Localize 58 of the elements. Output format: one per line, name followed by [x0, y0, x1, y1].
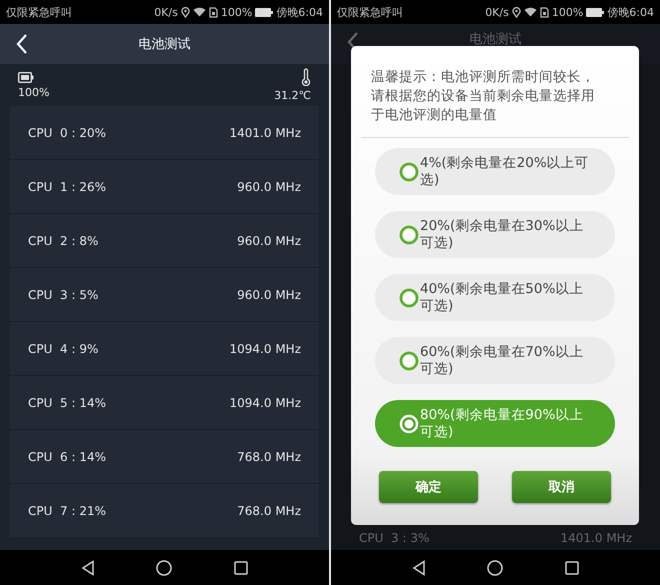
cpu-usage: CPU 3 : 3%: [359, 531, 430, 545]
wifi-icon: [192, 7, 206, 17]
back-icon[interactable]: [412, 560, 426, 576]
battery-percent: 100%: [220, 6, 252, 18]
location-icon: [180, 6, 190, 18]
cpu-frequency: 960.0 MHz: [237, 180, 301, 194]
recents-icon[interactable]: [234, 560, 248, 574]
cpu-usage: CPU 1 : 26%: [28, 180, 106, 194]
cpu-usage: CPU 0 : 20%: [28, 126, 106, 140]
option-button[interactable]: 60%(剩余电量在70%以上可选): [375, 337, 615, 384]
cpu-usage: CPU 5 : 14%: [28, 396, 106, 410]
cpu-frequency: 960.0 MHz: [237, 234, 301, 248]
cpu-frequency: 768.0 MHz: [237, 450, 301, 464]
radio-icon: [399, 162, 419, 182]
battery-icon: [255, 8, 274, 16]
radio-icon: [399, 224, 419, 244]
radio-icon: [399, 288, 419, 308]
cpu-frequency: 1094.0 MHz: [230, 396, 301, 410]
cpu-usage: CPU 2 : 8%: [28, 234, 98, 248]
cpu-frequency: 1401.0 MHz: [560, 531, 632, 545]
home-icon[interactable]: [156, 560, 172, 576]
cpu-frequency: 960.0 MHz: [237, 288, 301, 302]
radio-icon: [399, 350, 419, 370]
radio-icon: [399, 414, 419, 434]
cpu-usage: CPU 3 : 5%: [28, 288, 98, 302]
back-icon[interactable]: [80, 560, 95, 576]
recents-icon[interactable]: [565, 560, 580, 574]
clock-time: 傍晚6:04: [607, 4, 654, 20]
sim-icon: [540, 6, 549, 18]
cpu-frequency: 1094.0 MHz: [230, 342, 301, 356]
dialog-button[interactable]: 确定: [379, 471, 478, 503]
cpu-usage: CPU 7 : 21%: [28, 504, 106, 518]
clock-time: 傍晚6:04: [276, 4, 323, 20]
sim-icon: [208, 6, 218, 18]
battery-percent: 100%: [552, 6, 584, 18]
option-button[interactable]: 20%(剩余电量在30%以上可选): [375, 211, 615, 258]
battery-icon: [586, 8, 604, 16]
cpu-frequency: 768.0 MHz: [237, 504, 301, 518]
dialog-message: 温馨提示：电池评测所需时间较长，请根据您的设备当前剩余电量选择用于电池评测的电量值: [370, 68, 596, 125]
page-title: 电池测试: [470, 31, 522, 48]
carrier-text: 仅限紧急呼叫: [337, 4, 403, 20]
cpu-usage: CPU 6 : 14%: [28, 450, 106, 464]
dialog-button[interactable]: 取消: [512, 471, 611, 503]
network-speed: 0K/s: [485, 6, 509, 18]
home-icon[interactable]: [487, 560, 504, 576]
cpu-frequency: 1401.0 MHz: [230, 126, 301, 140]
option-button[interactable]: 4%(剩余电量在20%以上可选): [375, 148, 615, 195]
page-title: 电池测试: [138, 36, 190, 53]
option-button[interactable]: 40%(剩余电量在50%以上可选): [375, 274, 615, 321]
battery-icon: [18, 72, 34, 82]
battery-level: 100%: [18, 86, 50, 98]
carrier-text: 仅限紧急呼叫: [6, 4, 72, 20]
temperature: 31.2℃: [274, 89, 311, 102]
wifi-icon: [524, 7, 537, 17]
thermometer-icon: [301, 68, 311, 86]
network-speed: 0K/s: [154, 6, 178, 18]
cpu-usage: CPU 4 : 9%: [28, 342, 98, 356]
location-icon: [512, 6, 521, 18]
